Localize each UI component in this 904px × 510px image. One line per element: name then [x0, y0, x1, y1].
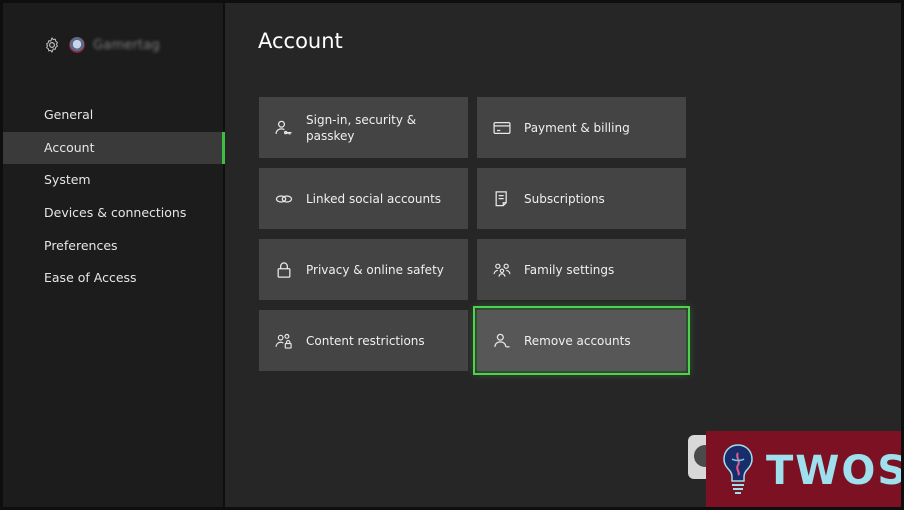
tile-label: Payment & billing: [524, 120, 630, 135]
family-icon: [492, 260, 512, 280]
tile-remove-accounts[interactable]: Remove accounts: [473, 306, 690, 375]
sidebar-item-preferences[interactable]: Preferences: [3, 230, 223, 262]
tile-label: Privacy & online safety: [306, 262, 444, 277]
sidebar-item-general[interactable]: General: [3, 99, 223, 131]
tile-content-restrictions[interactable]: Content restrictions: [259, 310, 468, 371]
link-icon: [274, 189, 294, 209]
person-key-icon: [274, 118, 294, 138]
watermark-text: TWOS: [766, 448, 904, 494]
lock-icon: [274, 260, 294, 280]
tile-label: Family settings: [524, 262, 615, 277]
gamertag: Gamertag: [93, 37, 160, 53]
settings-screen: Gamertag General Account System Devices …: [0, 0, 904, 510]
gear-icon: [43, 36, 61, 54]
person-remove-icon: [492, 331, 512, 351]
sidebar-item-ease-of-access[interactable]: Ease of Access: [3, 262, 223, 294]
tile-label: Subscriptions: [524, 191, 605, 206]
tile-label: Sign-in, security & passkey: [306, 112, 417, 143]
tile-privacy-online-safety[interactable]: Privacy & online safety: [259, 239, 468, 300]
sidebar-item-system[interactable]: System: [3, 164, 223, 196]
tile-family-settings[interactable]: Family settings: [477, 239, 686, 300]
tile-subscriptions[interactable]: Subscriptions: [477, 168, 686, 229]
sidebar-item-devices-connections[interactable]: Devices & connections: [3, 197, 223, 229]
tile-linked-social-accounts[interactable]: Linked social accounts: [259, 168, 468, 229]
tile-sign-in-security-passkey[interactable]: Sign-in, security & passkey: [259, 97, 468, 158]
people-lock-icon: [274, 331, 294, 351]
credit-card-icon: [492, 118, 512, 138]
sidebar: Gamertag General Account System Devices …: [3, 3, 225, 507]
lightbulb-icon: [718, 439, 758, 503]
page-title: Account: [258, 29, 343, 53]
profile-header: Gamertag: [43, 36, 160, 54]
tile-label: Linked social accounts: [306, 191, 442, 206]
sidebar-nav: General Account System Devices & connect…: [3, 99, 225, 295]
sidebar-item-account[interactable]: Account: [3, 131, 225, 164]
tile-label: Remove accounts: [524, 333, 631, 348]
avatar: [69, 37, 85, 53]
tile-payment-billing[interactable]: Payment & billing: [477, 97, 686, 158]
receipt-icon: [492, 189, 512, 209]
watermark-logo: TWOS: [706, 431, 904, 507]
tile-label: Content restrictions: [306, 333, 425, 348]
